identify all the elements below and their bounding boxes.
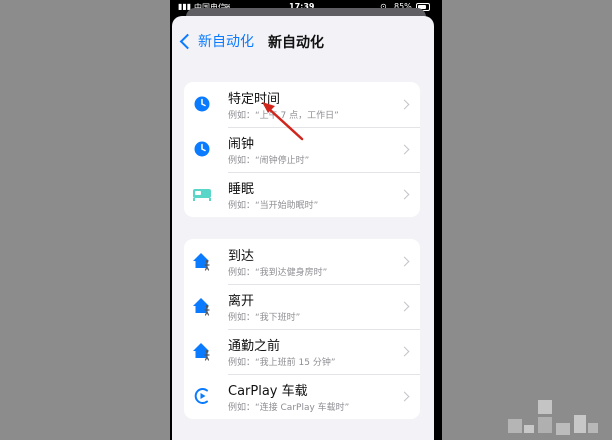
clock-icon bbox=[191, 93, 213, 115]
bed-icon bbox=[191, 183, 213, 205]
chevron-right-icon bbox=[399, 99, 410, 110]
row-title: 特定时间 bbox=[228, 92, 281, 107]
time-triggers-section: 特定时间 例如：“上午 7 点，工作日” 闹钟 例如：“闹钟停止时” 睡眠 例如… bbox=[184, 82, 420, 217]
list-item-sleep[interactable]: 睡眠 例如：“当开始助眠时” bbox=[184, 172, 420, 217]
carplay-icon bbox=[191, 385, 213, 407]
list-item-specific-time[interactable]: 特定时间 例如：“上午 7 点，工作日” bbox=[184, 82, 420, 127]
home-leave-icon bbox=[191, 295, 213, 317]
row-title: 闹钟 bbox=[228, 137, 255, 152]
list-item-alarm[interactable]: 闹钟 例如：“闹钟停止时” bbox=[184, 127, 420, 172]
new-automation-sheet: 新自动化 新自动化 特定时间 例如：“上午 7 点，工作日” 闹钟 例如：“闹钟… bbox=[172, 16, 434, 440]
chevron-right-icon bbox=[399, 189, 410, 200]
row-title: CarPlay 车载 bbox=[228, 384, 308, 399]
row-subtitle: 例如：“当开始助眠时” bbox=[228, 201, 319, 211]
row-title: 到达 bbox=[228, 249, 255, 264]
row-subtitle: 例如：“上午 7 点，工作日” bbox=[228, 111, 339, 121]
row-title: 通勤之前 bbox=[228, 339, 281, 354]
commute-icon bbox=[191, 340, 213, 362]
nav-bar: 新自动化 新自动化 bbox=[172, 16, 434, 66]
chevron-right-icon bbox=[399, 346, 410, 357]
row-subtitle: 例如：“我下班时” bbox=[228, 313, 301, 323]
chevron-right-icon bbox=[399, 256, 410, 267]
watermark-blur bbox=[508, 400, 598, 435]
location-triggers-section: 到达 例如：“我到达健身房时” 离开 例如：“我下班时” 通勤之前 例如：“我上… bbox=[184, 239, 420, 419]
list-item-carplay[interactable]: CarPlay 车载 例如：“连接 CarPlay 车载时” bbox=[184, 374, 420, 419]
page-title: 新自动化 bbox=[268, 35, 324, 51]
row-title: 离开 bbox=[228, 294, 255, 309]
list-item-before-commute[interactable]: 通勤之前 例如：“我上班前 15 分钟” bbox=[184, 329, 420, 374]
row-subtitle: 例如：“连接 CarPlay 车载时” bbox=[228, 403, 350, 413]
back-button-label: 新自动化 bbox=[198, 34, 254, 50]
back-button[interactable]: 新自动化 bbox=[178, 31, 254, 51]
chevron-right-icon bbox=[399, 144, 410, 155]
home-arrive-icon bbox=[191, 250, 213, 272]
chevron-right-icon bbox=[399, 301, 410, 312]
row-subtitle: 例如：“闹钟停止时” bbox=[228, 156, 310, 166]
row-subtitle: 例如：“我上班前 15 分钟” bbox=[228, 358, 336, 368]
chevron-right-icon bbox=[399, 391, 410, 402]
list-item-leave[interactable]: 离开 例如：“我下班时” bbox=[184, 284, 420, 329]
alarm-icon bbox=[191, 138, 213, 160]
list-item-arrive[interactable]: 到达 例如：“我到达健身房时” bbox=[184, 239, 420, 284]
row-subtitle: 例如：“我到达健身房时” bbox=[228, 268, 328, 278]
row-title: 睡眠 bbox=[228, 182, 255, 197]
chevron-left-icon bbox=[179, 33, 196, 49]
